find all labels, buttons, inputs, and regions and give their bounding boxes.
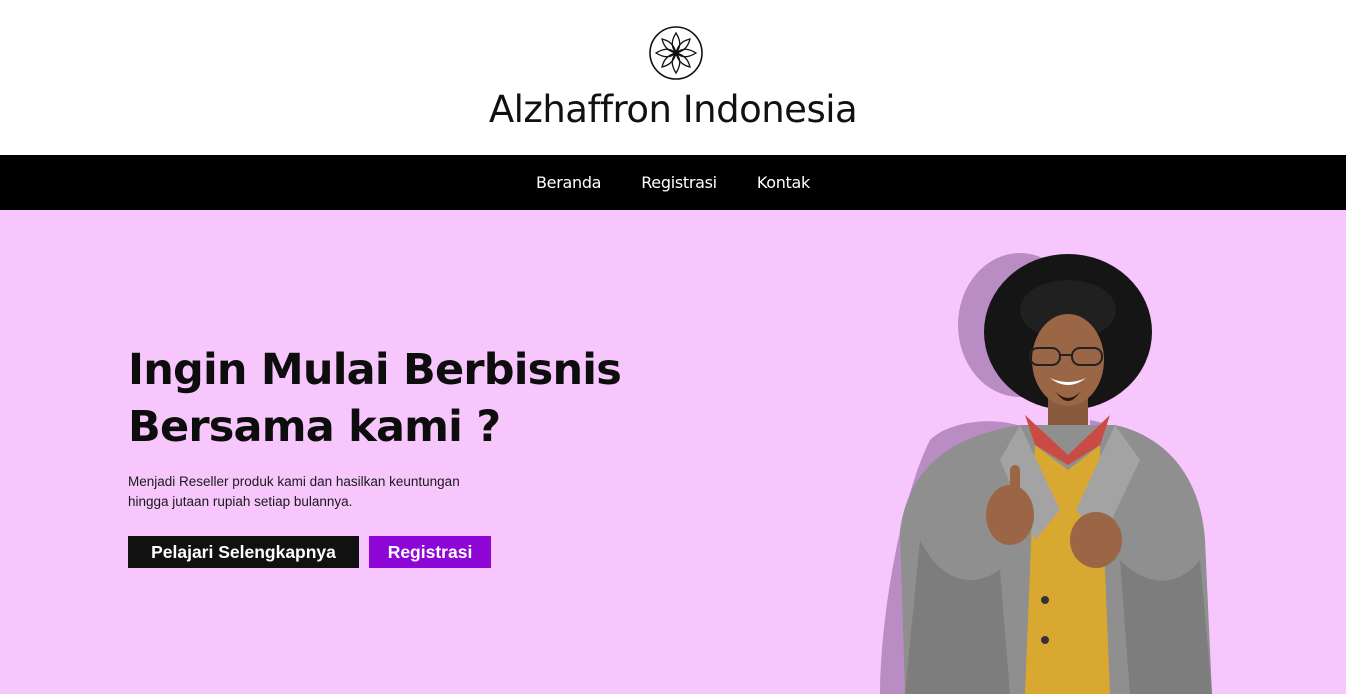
nav-item-registrasi[interactable]: Registrasi [621,173,737,192]
hero-title-line1: Ingin Mulai Berbisnis [128,345,622,395]
hero-description-line1: Menjadi Reseller produk kami dan hasilka… [128,474,460,489]
hero-title: Ingin Mulai Berbisnis Bersama kami ? [128,342,688,456]
register-button[interactable]: Registrasi [369,536,491,568]
mandala-flower-icon[interactable] [648,25,704,81]
site-header: Alzhaffron Indonesia [0,0,1346,155]
site-title[interactable]: Alzhaffron Indonesia [0,88,1346,131]
learn-more-button[interactable]: Pelajari Selengkapnya [128,536,359,568]
nav-item-kontak[interactable]: Kontak [737,173,830,192]
hero-description-line2: hingga jutaan rupiah setiap bulannya. [128,494,353,509]
nav-item-beranda[interactable]: Beranda [516,173,621,192]
main-nav: Beranda Registrasi Kontak [0,155,1346,210]
hero-description: Menjadi Reseller produk kami dan hasilka… [128,472,508,512]
hero-title-line2: Bersama kami ? [128,402,501,452]
smiling-man-in-hat-photo [880,253,1212,694]
hero-section: Ingin Mulai Berbisnis Bersama kami ? Menj… [0,210,1346,694]
